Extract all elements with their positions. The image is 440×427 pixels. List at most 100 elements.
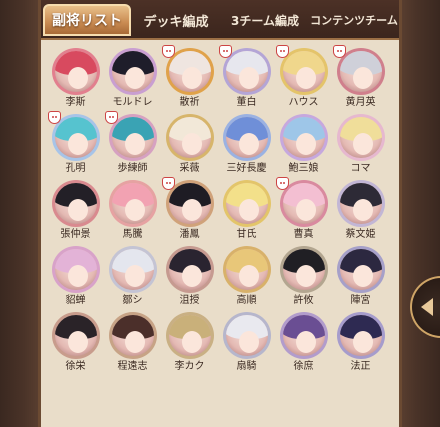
general-portrait: [108, 180, 157, 227]
general-card[interactable]: 沮授: [161, 246, 218, 306]
portrait-face: [67, 133, 88, 155]
portrait-face: [124, 265, 145, 287]
general-name: 高順: [236, 295, 257, 306]
portrait-face: [181, 67, 202, 89]
general-card[interactable]: コマ: [332, 114, 389, 174]
general-portrait: [336, 246, 385, 293]
general-portrait: [279, 312, 328, 359]
tab-deck-formation[interactable]: デッキ編成: [133, 4, 219, 36]
general-card[interactable]: 歩練師: [104, 111, 161, 174]
general-portrait: [279, 114, 328, 161]
general-card[interactable]: モルドレ: [104, 48, 161, 108]
fox-mask-icon: [105, 111, 118, 124]
fox-mask-icon: [48, 111, 61, 124]
general-card[interactable]: 潘鳳: [161, 177, 218, 240]
portrait-face: [67, 331, 88, 353]
fox-mask-icon: [276, 177, 289, 190]
general-card[interactable]: 李カク: [161, 312, 218, 372]
portrait-face: [352, 331, 373, 353]
general-card[interactable]: 許攸: [275, 246, 332, 306]
general-name: 蔡文姫: [345, 229, 376, 240]
general-portrait: [51, 48, 100, 95]
general-card[interactable]: 張仲景: [47, 180, 104, 240]
general-portrait: [222, 180, 271, 227]
general-portrait: [336, 114, 385, 161]
portrait-face: [67, 67, 88, 89]
portrait-face: [352, 199, 373, 221]
portrait-face: [238, 265, 259, 287]
general-name: 潘鳳: [179, 229, 200, 240]
general-name: 徐庶: [293, 361, 314, 372]
general-name: 沮授: [179, 295, 200, 306]
general-portrait: [336, 180, 385, 227]
general-card[interactable]: 程遠志: [104, 312, 161, 372]
portrait-face: [238, 331, 259, 353]
portrait-face: [181, 331, 202, 353]
general-name: ハウス: [288, 97, 319, 108]
fox-mask-icon: [219, 45, 232, 58]
general-name: 陣宮: [350, 295, 371, 306]
general-name: 董白: [236, 97, 257, 108]
general-list-panel: 副将リスト デッキ編成 3チーム編成 コンテンツチーム 李斯 モルドレ 散祈 董白 ハウ…: [38, 0, 402, 427]
portrait-face: [352, 67, 373, 89]
portrait-face: [124, 67, 145, 89]
general-name: 李カク: [174, 361, 205, 372]
tab-bar: 副将リスト デッキ編成 3チーム編成 コンテンツチーム: [41, 0, 399, 40]
general-card[interactable]: 孔明: [47, 111, 104, 174]
general-portrait: [165, 312, 214, 359]
general-card[interactable]: 徐庶: [275, 312, 332, 372]
general-card[interactable]: 甘氏: [218, 180, 275, 240]
general-name: 歩練師: [117, 163, 148, 174]
general-card[interactable]: 蔡文姫: [332, 180, 389, 240]
general-name: 張仲景: [60, 229, 91, 240]
portrait-face: [238, 199, 259, 221]
fox-mask-icon: [276, 45, 289, 58]
general-card[interactable]: ハウス: [275, 45, 332, 108]
portrait-face: [67, 199, 88, 221]
general-name: 黄月英: [345, 97, 376, 108]
general-name: 甘氏: [236, 229, 257, 240]
portrait-face: [295, 67, 316, 89]
fox-mask-icon: [162, 45, 175, 58]
general-card[interactable]: 貂蝉: [47, 246, 104, 306]
general-portrait: [108, 312, 157, 359]
general-card[interactable]: 鮑三娘: [275, 114, 332, 174]
general-card[interactable]: 陣宮: [332, 246, 389, 306]
general-card[interactable]: 馬騰: [104, 180, 161, 240]
general-card[interactable]: 徐栄: [47, 312, 104, 372]
general-card[interactable]: 高順: [218, 246, 275, 306]
general-card[interactable]: 法正: [332, 312, 389, 372]
general-portrait: [165, 114, 214, 161]
general-card[interactable]: 黄月英: [332, 45, 389, 108]
tab-three-team-formation[interactable]: 3チーム編成: [221, 4, 309, 36]
general-card[interactable]: 采薇: [161, 114, 218, 174]
general-portrait: [108, 48, 157, 95]
general-card[interactable]: 董白: [218, 45, 275, 108]
portrait-face: [295, 265, 316, 287]
general-portrait: [279, 246, 328, 293]
general-name: 鮑三娘: [288, 163, 319, 174]
general-card[interactable]: 散祈: [161, 45, 218, 108]
general-card[interactable]: 三好長慶: [218, 114, 275, 174]
general-portrait: [165, 246, 214, 293]
general-name: 貂蝉: [65, 295, 86, 306]
general-card[interactable]: 李斯: [47, 48, 104, 108]
portrait-face: [238, 133, 259, 155]
general-portrait: [336, 312, 385, 359]
general-card[interactable]: 扇騎: [218, 312, 275, 372]
portrait-face: [295, 133, 316, 155]
general-card[interactable]: 曹真: [275, 177, 332, 240]
general-name: 孔明: [65, 163, 86, 174]
general-name: 扇騎: [236, 361, 257, 372]
chevron-left-icon: [421, 298, 433, 316]
portrait-face: [295, 199, 316, 221]
general-portrait: [51, 180, 100, 227]
general-name: コマ: [350, 163, 371, 174]
tab-content-team[interactable]: コンテンツチーム: [310, 4, 398, 36]
general-name: 馬騰: [122, 229, 143, 240]
general-grid: 李斯 モルドレ 散祈 董白 ハウス 黄月英孔明 歩練師 采薇 三好長慶 鮑三娘 コマ張仲景 馬騰 潘鳳 甘…: [47, 45, 393, 372]
portrait-face: [352, 133, 373, 155]
portrait-face: [352, 265, 373, 287]
tab-general-list[interactable]: 副将リスト: [43, 4, 131, 36]
general-card[interactable]: 鄒シ: [104, 246, 161, 306]
